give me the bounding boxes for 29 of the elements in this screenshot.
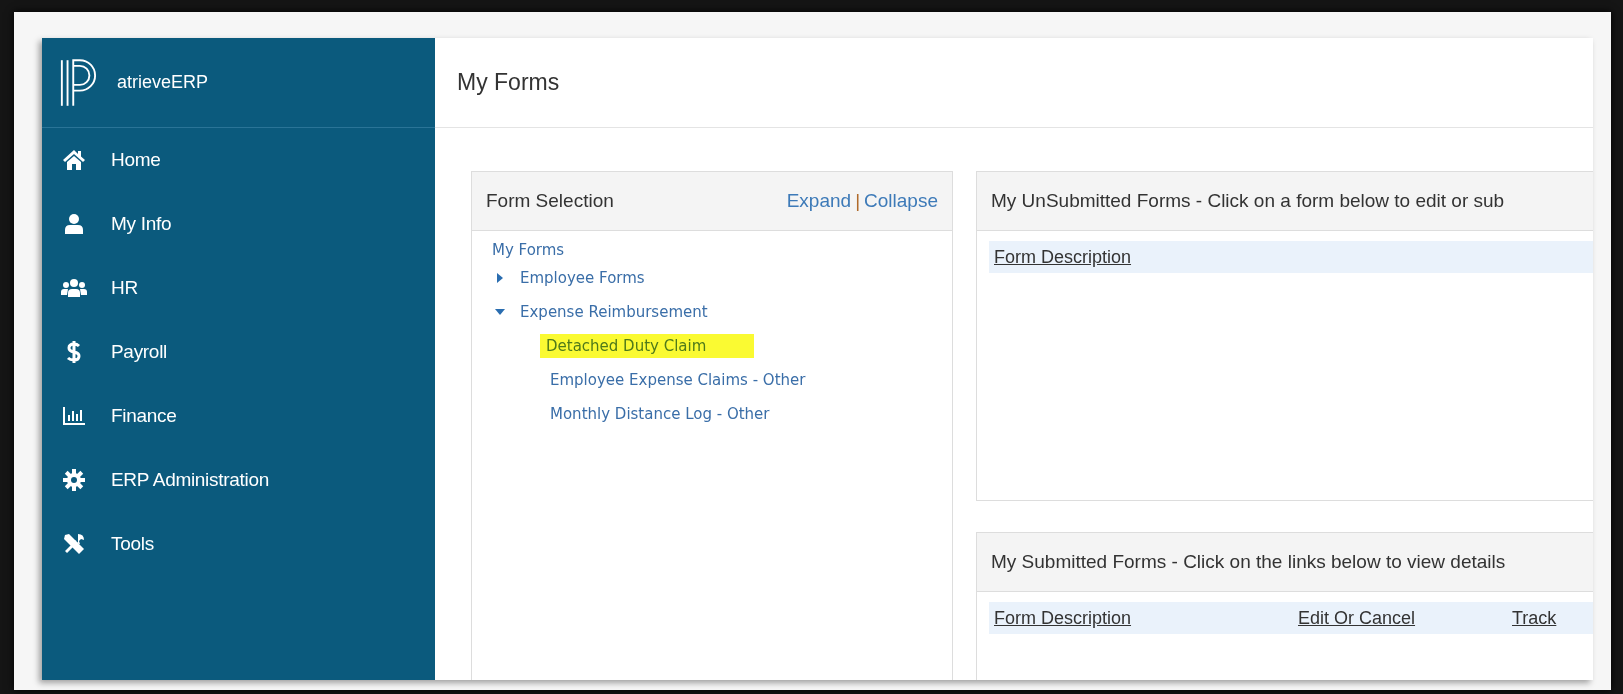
panel-title: My Submitted Forms - Click on the links below to view details <box>991 551 1506 573</box>
tree-item[interactable]: Employee Forms <box>516 267 649 289</box>
column-header[interactable]: Form Description <box>994 246 1298 268</box>
gear-icon <box>60 468 88 492</box>
expand-link[interactable]: Expand <box>786 190 852 212</box>
column-header[interactable]: Form Description <box>994 607 1298 629</box>
panel-title: Form Selection <box>486 190 614 212</box>
tree-item[interactable]: Detached Duty Claim <box>540 334 755 358</box>
page-title: My Forms <box>457 69 560 96</box>
tree-item[interactable]: Employee Expense Claims - Other <box>546 369 810 391</box>
nav-item[interactable]: Tools <box>42 512 435 576</box>
column-header[interactable]: Edit Or Cancel <box>1298 607 1512 629</box>
bar-chart-icon <box>60 406 88 426</box>
link-separator: | <box>855 190 861 212</box>
nav-item[interactable]: My Info <box>42 192 435 256</box>
nav-item[interactable]: Payroll <box>42 320 435 384</box>
logo-icon <box>59 57 97 108</box>
panel-title: My UnSubmitted Forms - Click on a form below to edit or sub <box>991 190 1505 212</box>
tree-item[interactable]: Expense Reimbursement <box>516 301 712 323</box>
nav-item[interactable]: Home <box>42 128 435 192</box>
tree-item[interactable]: Monthly Distance Log - Other <box>546 403 774 425</box>
app-name: atrieveERP <box>117 72 209 93</box>
column-header[interactable]: Track <box>1512 607 1593 629</box>
collapse-link[interactable]: Collapse <box>864 190 938 212</box>
tree-item[interactable]: My Forms <box>488 239 569 261</box>
users-icon <box>60 277 88 299</box>
nav-item[interactable]: HR <box>42 256 435 320</box>
nav-item[interactable]: Finance <box>42 384 435 448</box>
nav-item[interactable]: ERP Administration <box>42 448 435 512</box>
